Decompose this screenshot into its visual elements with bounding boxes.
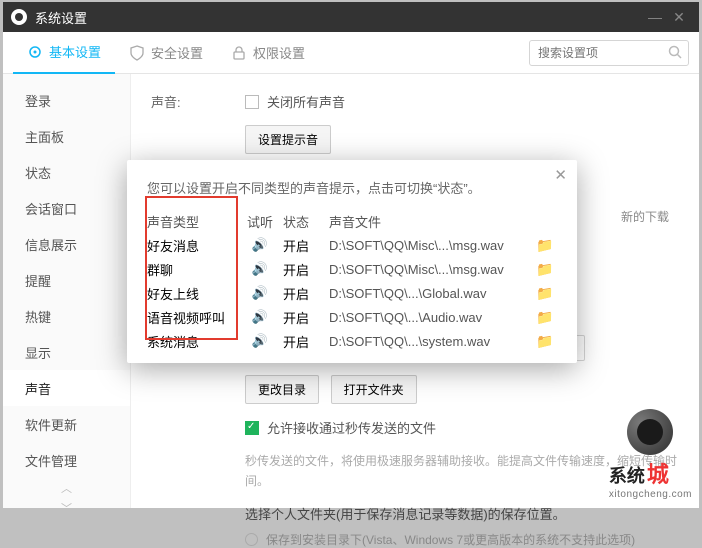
row-state[interactable]: 开启 <box>283 332 329 351</box>
minimize-button[interactable]: — <box>643 9 667 25</box>
search-icon[interactable] <box>667 44 685 62</box>
speaker-icon[interactable]: 🔊 <box>252 285 268 300</box>
tab-basic[interactable]: 基本设置 <box>13 32 115 74</box>
search-wrap <box>529 40 689 66</box>
close-all-sound-checkbox[interactable] <box>245 95 259 109</box>
search-input[interactable] <box>529 40 689 66</box>
save-install-label: 保存到安装目录下(Vista、Windows 7或更高版本的系统不支持此选项) <box>266 531 635 548</box>
sidebar-down-icon[interactable]: ﹀ <box>3 498 130 518</box>
sidebar-item-display[interactable]: 显示 <box>3 334 130 370</box>
row-file: D:\SOFT\QQ\...\system.wav <box>329 334 533 349</box>
tab-security[interactable]: 安全设置 <box>115 32 217 74</box>
close-all-sound-label: 关闭所有声音 <box>267 92 345 111</box>
qq-penguin-icon <box>11 9 27 25</box>
window-title: 系统设置 <box>35 8 87 27</box>
row-type: 群聊 <box>147 260 237 279</box>
sidebar: 登录 主面板 状态 会话窗口 信息展示 提醒 热键 显示 声音 软件更新 文件管… <box>3 74 131 508</box>
sidebar-item-hotkey[interactable]: 热键 <box>3 298 130 334</box>
sidebar-item-remind[interactable]: 提醒 <box>3 262 130 298</box>
folder-icon[interactable]: 📁 <box>536 333 553 349</box>
sidebar-up-icon[interactable]: ︿ <box>3 478 130 498</box>
row-type: 系统消息 <box>147 332 237 351</box>
tab-privilege[interactable]: 权限设置 <box>217 32 319 74</box>
sound-label: 声音: <box>151 92 211 111</box>
row-type: 好友消息 <box>147 236 237 255</box>
change-dir-button[interactable]: 更改目录 <box>245 375 319 404</box>
speaker-icon[interactable]: 🔊 <box>252 333 268 348</box>
tab-privilege-label: 权限设置 <box>253 43 305 62</box>
save-install-radio[interactable] <box>245 533 258 546</box>
tab-security-label: 安全设置 <box>151 43 203 62</box>
sidebar-item-login[interactable]: 登录 <box>3 82 130 118</box>
open-folder-button[interactable]: 打开文件夹 <box>331 375 417 404</box>
th-listen: 试听 <box>237 212 283 231</box>
shield-icon <box>129 45 145 61</box>
row-file: D:\SOFT\QQ\Misc\...\msg.wav <box>329 238 533 253</box>
logo-gear-icon <box>627 409 673 455</box>
sound-dialog: ✕ 您可以设置开启不同类型的声音提示，点击可切换“状态”。 声音类型 试听 状态… <box>127 160 577 363</box>
row-state[interactable]: 开启 <box>283 308 329 327</box>
row-file: D:\SOFT\QQ\...\Global.wav <box>329 286 533 301</box>
watermark-logo: 系统城 xitongcheng.com <box>609 409 692 500</box>
sidebar-item-sound[interactable]: 声音 <box>3 370 130 406</box>
lock-icon <box>231 45 247 61</box>
th-state: 状态 <box>283 212 329 231</box>
choose-folder-label: 选择个人文件夹(用于保存消息记录等数据)的保存位置。 <box>245 504 679 523</box>
sidebar-item-chat[interactable]: 会话窗口 <box>3 190 130 226</box>
row-type: 好友上线 <box>147 284 237 303</box>
folder-icon[interactable]: 📁 <box>536 237 553 253</box>
allow-fast-label: 允许接收通过秒传发送的文件 <box>267 418 436 437</box>
row-type: 语音视频呼叫 <box>147 308 237 327</box>
dialog-close-button[interactable]: ✕ <box>554 166 567 184</box>
sidebar-item-mainpanel[interactable]: 主面板 <box>3 118 130 154</box>
sidebar-item-info[interactable]: 信息展示 <box>3 226 130 262</box>
row-state[interactable]: 开启 <box>283 284 329 303</box>
speaker-icon[interactable]: 🔊 <box>252 237 268 252</box>
row-file: D:\SOFT\QQ\...\Audio.wav <box>329 310 533 325</box>
th-type: 声音类型 <box>147 212 237 231</box>
set-sound-button[interactable]: 设置提示音 <box>245 125 331 154</box>
close-button[interactable]: ✕ <box>667 9 691 26</box>
dialog-tip: 您可以设置开启不同类型的声音提示，点击可切换“状态”。 <box>147 178 557 197</box>
gear-icon <box>27 44 43 60</box>
tab-bar: 基本设置 安全设置 权限设置 <box>3 32 699 74</box>
speaker-icon[interactable]: 🔊 <box>252 261 268 276</box>
titlebar: 系统设置 — ✕ <box>3 2 699 32</box>
tab-basic-label: 基本设置 <box>49 42 101 61</box>
folder-icon[interactable]: 📁 <box>536 309 553 325</box>
row-file: D:\SOFT\QQ\Misc\...\msg.wav <box>329 262 533 277</box>
sidebar-item-file[interactable]: 文件管理 <box>3 442 130 478</box>
sidebar-item-status[interactable]: 状态 <box>3 154 130 190</box>
sidebar-item-update[interactable]: 软件更新 <box>3 406 130 442</box>
allow-fast-checkbox[interactable] <box>245 421 259 435</box>
row-state[interactable]: 开启 <box>283 260 329 279</box>
th-file: 声音文件 <box>329 212 533 231</box>
row-state[interactable]: 开启 <box>283 236 329 255</box>
speaker-icon[interactable]: 🔊 <box>252 309 268 324</box>
folder-icon[interactable]: 📁 <box>536 285 553 301</box>
folder-icon[interactable]: 📁 <box>536 261 553 277</box>
